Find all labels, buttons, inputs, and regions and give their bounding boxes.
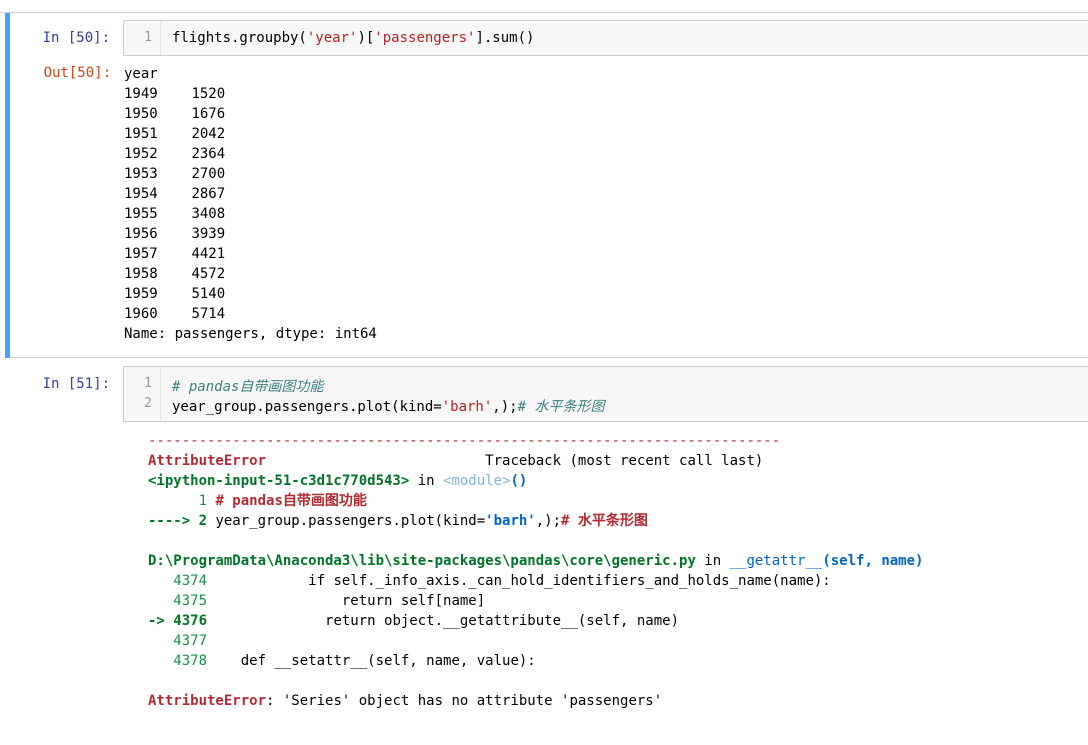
output-row: 1956 3939	[124, 226, 226, 242]
output-row: 1952 2364	[124, 146, 226, 162]
cell-output-50: year 1949 1520 1950 1676 1951 2042 1952 2364…	[124, 64, 377, 344]
output-row: 1953 2700	[124, 166, 226, 182]
line-number: 2	[144, 396, 152, 411]
traceback-frame-2: D:\ProgramData\Anaconda3\lib\site-packag…	[148, 553, 924, 569]
input-prompt-51: In [51]:	[42, 376, 110, 392]
output-row: 1951 2042	[124, 126, 226, 142]
line-number-gutter: 1	[124, 21, 161, 55]
traceback-header: AttributeError Traceback (most recent ca…	[148, 453, 764, 469]
output-row: 1957 4421	[124, 246, 226, 262]
output-row: 1954 2867	[124, 186, 226, 202]
error-message: AttributeError: 'Series' object has no a…	[148, 693, 663, 709]
output-prompt-50: Out[50]:	[43, 65, 111, 81]
output-row: 1955 3408	[124, 206, 226, 222]
code-line-1[interactable]: # pandas自带画图功能	[172, 376, 323, 396]
source-line-current: -> 4376 return object.__getattribute__(s…	[148, 613, 680, 629]
source-line: 4374 if self._info_axis._can_hold_identi…	[148, 573, 831, 589]
line-number: 1	[144, 30, 152, 45]
output-row: 1959 5140	[124, 286, 226, 302]
code-line-2[interactable]: year_group.passengers.plot(kind='barh',)…	[172, 396, 604, 416]
traceback-output-51: ----------------------------------------…	[148, 431, 923, 711]
line-number-gutter: 1 2	[124, 367, 161, 421]
traceback-line-1: 1 # pandas自带画图功能	[148, 493, 367, 509]
output-row: 1950 1676	[124, 106, 226, 122]
traceback-line-2: ----> 2 year_group.passengers.plot(kind=…	[148, 513, 648, 529]
traceback-dashes: ----------------------------------------…	[148, 433, 781, 449]
line-number: 1	[144, 376, 152, 391]
code-line-1[interactable]: flights.groupby('year')['passengers'].su…	[172, 30, 534, 46]
code-input-50[interactable]: 1 flights.groupby('year')['passengers'].…	[123, 20, 1088, 56]
output-footer: Name: passengers, dtype: int64	[124, 326, 377, 342]
output-row: 1949 1520	[124, 86, 226, 102]
input-prompt-50: In [50]:	[42, 30, 110, 46]
code-input-51[interactable]: 1 2 # pandas自带画图功能 year_group.passengers…	[123, 366, 1088, 422]
source-line: 4375 return self[name]	[148, 593, 486, 609]
source-line: 4378 def __setattr__(self, name, value):	[148, 653, 536, 669]
traceback-frame-1: <ipython-input-51-c3d1c770d543> in <modu…	[148, 473, 528, 489]
output-row: 1960 5714	[124, 306, 226, 322]
output-header: year	[124, 66, 158, 82]
output-row: 1958 4572	[124, 266, 226, 282]
source-line: 4377	[148, 633, 208, 649]
